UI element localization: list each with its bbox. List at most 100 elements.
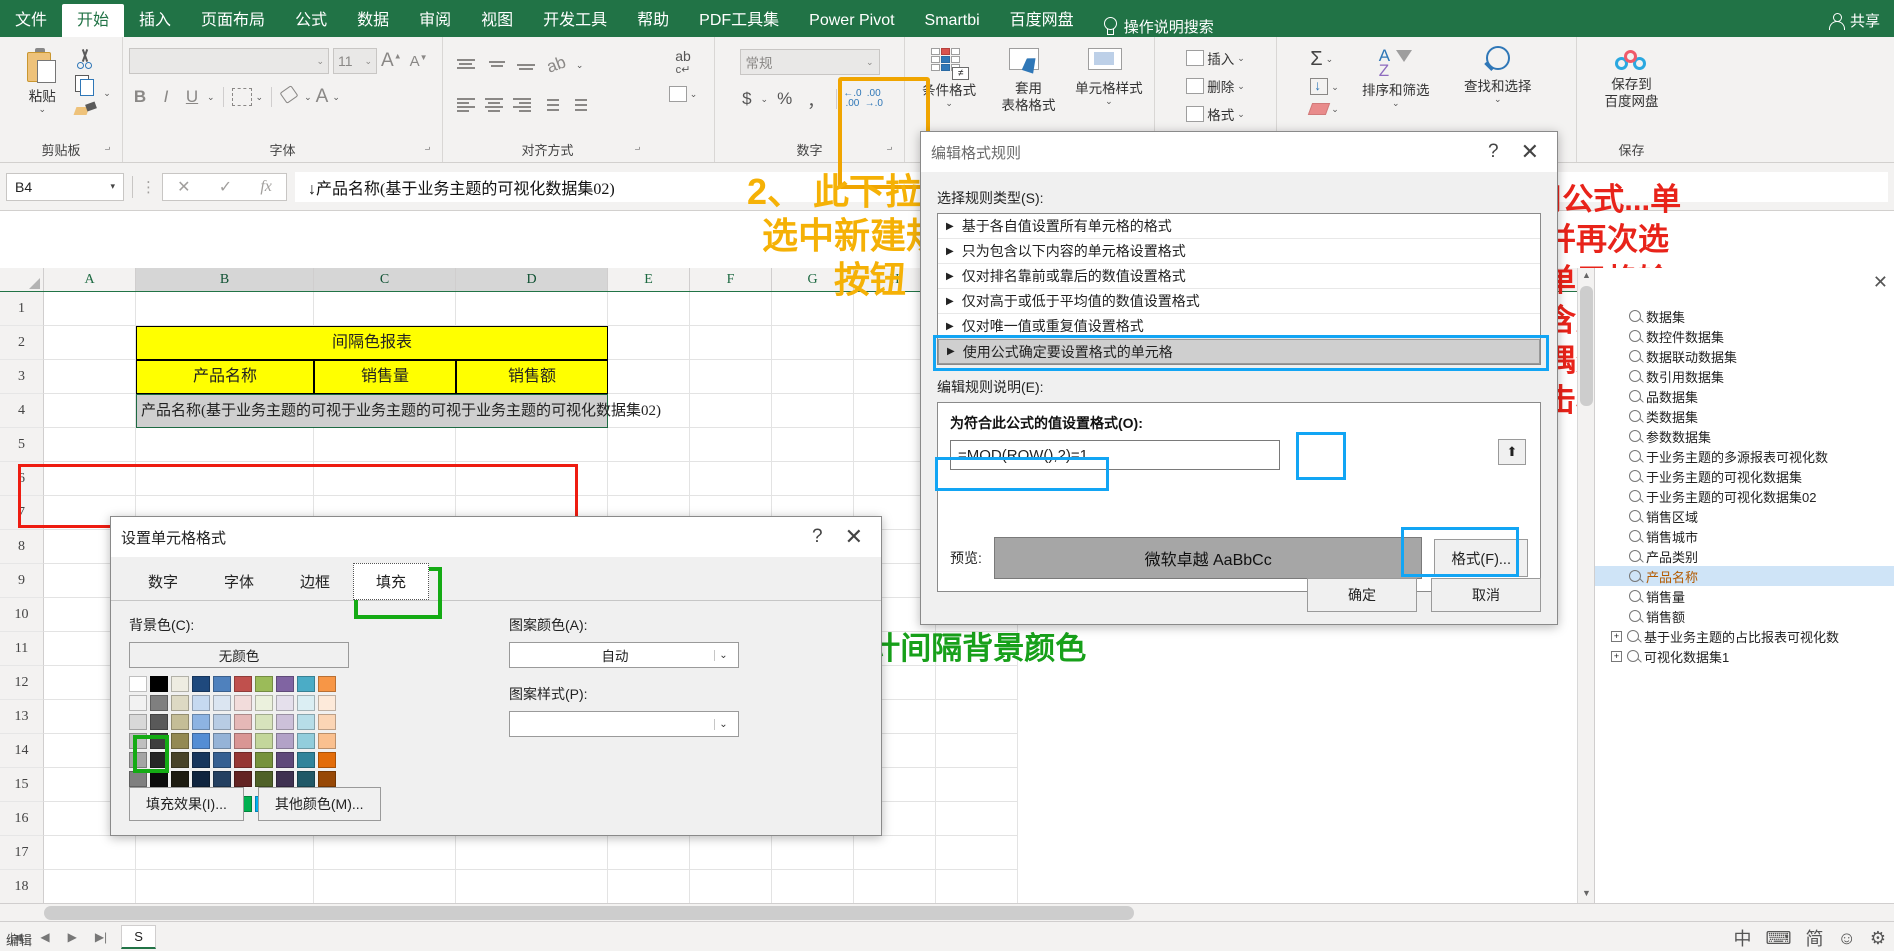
row-header-5[interactable]: 5 (0, 428, 44, 462)
decrease-indent-icon[interactable] (541, 97, 561, 113)
swatch[interactable] (276, 695, 294, 711)
tab-border[interactable]: 边框 (277, 563, 354, 600)
swatch[interactable] (318, 752, 336, 768)
list-item[interactable]: 产品类别 (1595, 546, 1894, 566)
row-header-6[interactable]: 6 (0, 462, 44, 496)
keyboard-icon[interactable]: ⌨ (1765, 928, 1791, 949)
fill-chevron-icon[interactable]: ⌄ (1331, 82, 1339, 91)
cell-c17[interactable] (314, 836, 456, 870)
swatch[interactable] (276, 752, 294, 768)
cell-c1[interactable] (314, 292, 456, 326)
scroll-down-icon[interactable]: ▼ (1580, 888, 1593, 901)
row-header-8[interactable]: 8 (0, 530, 44, 564)
decrease-font-size-icon[interactable]: A▼ (406, 53, 432, 70)
swatch[interactable] (129, 714, 147, 730)
alignment-dialog-launcher-icon[interactable] (633, 144, 642, 153)
cell-a6[interactable] (44, 462, 136, 496)
cell-f1[interactable] (690, 292, 772, 326)
list-item[interactable]: 数据联动数据集 (1595, 346, 1894, 366)
tab-font[interactable]: 字体 (201, 563, 278, 600)
chevron-down-icon[interactable]: ⌄ (38, 105, 46, 114)
cancel-button[interactable]: 取消 (1431, 578, 1541, 612)
list-item[interactable]: 销售量 (1595, 586, 1894, 606)
sheet-tab[interactable]: S (121, 924, 156, 949)
cell-styles-chevron-icon[interactable]: ⌄ (1105, 97, 1113, 106)
fill-effects-button[interactable]: 填充效果(I)... (129, 787, 244, 821)
help-icon[interactable]: ? (798, 526, 837, 548)
cell-b6[interactable] (136, 462, 314, 496)
cell-f4[interactable] (690, 394, 772, 428)
cell-g6[interactable] (772, 462, 854, 496)
swatch-selected[interactable] (129, 733, 147, 749)
align-bottom-icon[interactable] (517, 57, 537, 73)
ribbon-tab-smartbi[interactable]: Smartbi (910, 4, 995, 37)
swatch[interactable] (255, 676, 273, 692)
close-icon[interactable]: ✕ (837, 524, 871, 550)
clear-button[interactable]: ⌄ (1306, 101, 1343, 117)
format-chevron-icon[interactable]: ⌄ (1237, 110, 1245, 119)
currency-chevron-icon[interactable]: ⌄ (761, 95, 769, 104)
tab-number[interactable]: 数字 (125, 563, 202, 600)
find-select-button[interactable]: 查找和选择 ⌄ (1449, 44, 1547, 104)
cell-i11[interactable] (936, 632, 1018, 666)
row-header-16[interactable]: 16 (0, 802, 44, 836)
list-item[interactable]: 数控件数据集 (1595, 326, 1894, 346)
cell-d18[interactable] (456, 870, 608, 904)
column-header-a[interactable]: A (44, 268, 136, 291)
swatch[interactable] (255, 752, 273, 768)
swatch[interactable] (171, 733, 189, 749)
percent-format-button[interactable]: % (771, 89, 798, 109)
swatch[interactable] (129, 676, 147, 692)
swatch[interactable] (318, 676, 336, 692)
fill-color-icon[interactable] (280, 87, 300, 107)
close-pane-icon[interactable]: ✕ (1873, 272, 1888, 293)
increase-font-size-icon[interactable]: A▲ (377, 50, 406, 72)
column-header-g[interactable]: G (772, 268, 854, 291)
cell-f18[interactable] (690, 870, 772, 904)
horizontal-scroll-thumb[interactable] (44, 906, 1134, 920)
column-header-d[interactable]: D (456, 268, 608, 291)
cell-g2[interactable] (772, 326, 854, 360)
tab-fill[interactable]: 填充 (353, 563, 430, 600)
insert-function-icon[interactable]: fx (260, 178, 272, 196)
sort-filter-chevron-icon[interactable]: ⌄ (1392, 99, 1400, 108)
cell-b4-selected[interactable]: 产品名称(基于业务主题的可视于业务主题的可视于业务主题的可视化数据集02) (136, 394, 661, 428)
insert-chevron-icon[interactable]: ⌄ (1237, 54, 1245, 63)
column-header-b[interactable]: B (136, 268, 314, 291)
cell-e3[interactable] (608, 360, 690, 394)
cell-g4[interactable] (772, 394, 854, 428)
swatch[interactable] (150, 752, 168, 768)
cell-e6[interactable] (608, 462, 690, 496)
cell-d1[interactable] (456, 292, 608, 326)
align-left-icon[interactable] (457, 97, 477, 113)
swatch[interactable] (150, 676, 168, 692)
ok-button[interactable]: 确定 (1307, 578, 1417, 612)
row-header-11[interactable]: 11 (0, 632, 44, 666)
insert-cells-button[interactable]: 插入 ⌄ (1182, 46, 1249, 70)
find-select-chevron-icon[interactable]: ⌄ (1494, 95, 1502, 104)
cell-a18[interactable] (44, 870, 136, 904)
rule-type-item-2[interactable]: ▶ 仅对排名靠前或靠后的数值设置格式 (938, 264, 1540, 289)
name-box[interactable]: B4 ▾ (6, 172, 124, 201)
cut-icon[interactable] (75, 49, 95, 69)
cell-b5[interactable] (136, 428, 314, 462)
collapse-dialog-icon[interactable]: ⬆ (1498, 439, 1526, 465)
list-item[interactable]: 销售区域 (1595, 506, 1894, 526)
ribbon-tab-file[interactable]: 文件 (0, 4, 62, 37)
cell-d5[interactable] (456, 428, 608, 462)
swatch[interactable] (150, 733, 168, 749)
close-icon[interactable]: ✕ (1513, 139, 1547, 165)
cell-e17[interactable] (608, 836, 690, 870)
column-header-e[interactable]: E (608, 268, 690, 291)
format-painter-icon[interactable] (75, 101, 97, 119)
cell-a1[interactable] (44, 292, 136, 326)
wrap-text-icon[interactable]: ab c↵ (675, 49, 691, 76)
cell-f3[interactable] (690, 360, 772, 394)
ribbon-tab-pdf-tools[interactable]: PDF工具集 (684, 4, 794, 37)
fill-color-chevron-icon[interactable]: ⌄ (304, 93, 312, 102)
swatch[interactable] (318, 733, 336, 749)
swatch[interactable] (234, 733, 252, 749)
rule-type-item-3[interactable]: ▶ 仅对高于或低于平均值的数值设置格式 (938, 289, 1540, 314)
clipboard-expand-chevron-icon[interactable]: ⌄ (103, 89, 111, 98)
swatch[interactable] (276, 733, 294, 749)
